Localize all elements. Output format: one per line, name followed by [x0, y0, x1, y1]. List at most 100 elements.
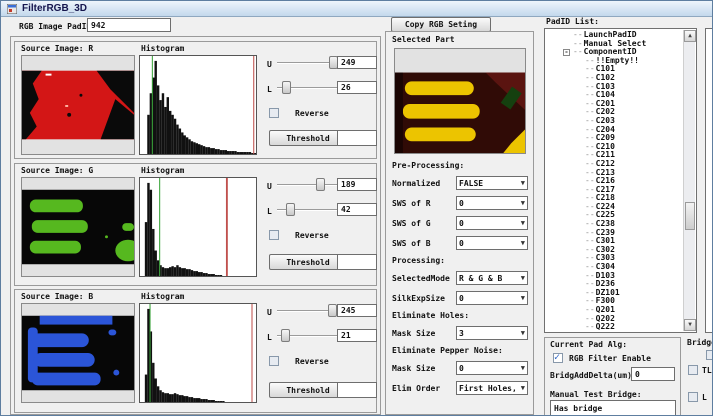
reverse-checkbox[interactable]: [269, 356, 279, 366]
threshold-button[interactable]: Threshold: [269, 382, 347, 398]
tree-collapse-icon[interactable]: -: [563, 49, 570, 56]
threshold-button[interactable]: Threshold: [269, 130, 347, 146]
u-slider-thumb[interactable]: [328, 304, 337, 317]
param-section-label: Processing:: [392, 253, 530, 268]
reverse-checkbox[interactable]: [269, 108, 279, 118]
filter-rgb-3d-window: FilterRGB_3D RGB Image PadID: Copy RGB S…: [0, 0, 713, 416]
histogram-label: Histogram: [141, 292, 184, 301]
threshold-result-field: [337, 254, 377, 270]
bridge-add-delta-field[interactable]: [631, 367, 675, 381]
bridge-checkbox-partial[interactable]: [706, 350, 713, 360]
chevron-down-icon[interactable]: ▼: [521, 330, 525, 337]
tree-item-label: ComponentID: [573, 47, 637, 56]
tree-item-label: C301: [585, 236, 615, 245]
selected-part-title: Selected Part: [392, 35, 455, 44]
padid-list-label: PadID List:: [546, 17, 599, 26]
tree-item-label: C209: [585, 133, 615, 142]
manual-test-bridge-field[interactable]: [550, 400, 676, 416]
tree-item-label: Q233: [585, 331, 615, 332]
param-combobox[interactable]: 0▼: [456, 216, 528, 230]
pad-id-label: RGB Image PadID:: [19, 22, 96, 31]
bridge-l-label: L: [702, 393, 707, 402]
scroll-down-icon[interactable]: ▼: [684, 319, 696, 331]
param-combobox[interactable]: R & G & B▼: [456, 271, 528, 285]
padid-tree[interactable]: LaunchPadIDManual Select-ComponentID!!Em…: [544, 28, 697, 333]
manual-test-bridge-label: Manual Test Bridge:: [550, 390, 642, 399]
chevron-down-icon[interactable]: ▼: [521, 200, 525, 207]
slider-track: [277, 184, 339, 186]
param-row: SelectedModeR & G & B▼: [392, 268, 530, 288]
param-section-label: Eliminate Holes:: [392, 308, 530, 323]
tree-item-label: C218: [585, 193, 615, 202]
l-slider-thumb[interactable]: [286, 203, 295, 216]
padid-tree-items: LaunchPadIDManual Select-ComponentID!!Em…: [545, 31, 683, 332]
reverse-checkbox[interactable]: [269, 230, 279, 240]
bridge-l-checkbox[interactable]: [688, 392, 698, 402]
param-row: Elim OrderFirst Holes,▼: [392, 378, 530, 398]
param-combobox[interactable]: 0▼: [456, 196, 528, 210]
param-label: SWS of G: [392, 219, 456, 228]
chevron-down-icon[interactable]: ▼: [521, 180, 525, 187]
param-row: SWS of R0▼: [392, 193, 530, 213]
reverse-label: Reverse: [295, 109, 329, 118]
padid-tree-scrollbar[interactable]: ▲ ▼: [683, 30, 695, 331]
param-combobox[interactable]: 0▼: [456, 291, 528, 305]
u-label: U: [267, 182, 272, 191]
u-label: U: [267, 308, 272, 317]
chevron-down-icon[interactable]: ▼: [521, 385, 525, 392]
chevron-down-icon[interactable]: ▼: [521, 295, 525, 302]
u-value-field[interactable]: [337, 178, 377, 191]
source-image-label: Source Image: R: [21, 44, 93, 53]
param-combobox[interactable]: 0▼: [456, 236, 528, 250]
l-slider-thumb[interactable]: [282, 81, 291, 94]
u-slider[interactable]: [277, 304, 339, 318]
u-value-field[interactable]: [337, 56, 377, 69]
combobox-value: 0: [459, 199, 464, 208]
param-combobox[interactable]: FALSE ▼: [456, 176, 528, 190]
combobox-value: 0: [459, 364, 464, 373]
l-value-field[interactable]: [337, 203, 377, 216]
u-slider[interactable]: [277, 56, 339, 70]
channel-group-b: Source Image: B Histogram U L: [14, 289, 377, 413]
l-value-field[interactable]: [337, 81, 377, 94]
param-label: Normalized: [392, 179, 456, 188]
l-value-field[interactable]: [337, 329, 377, 342]
param-combobox[interactable]: First Holes,▼: [456, 381, 528, 395]
chevron-down-icon[interactable]: ▼: [521, 365, 525, 372]
histogram-g: [139, 177, 257, 277]
pad-id-field[interactable]: [87, 18, 171, 32]
u-slider-thumb[interactable]: [316, 178, 325, 191]
threshold-button[interactable]: Threshold: [269, 254, 347, 270]
chevron-down-icon[interactable]: ▼: [521, 275, 525, 282]
tree-item-label: LaunchPadID: [573, 31, 637, 39]
param-combobox[interactable]: 0▼: [456, 361, 528, 375]
u-value-field[interactable]: [337, 304, 377, 317]
l-slider[interactable]: [277, 329, 339, 343]
chevron-down-icon[interactable]: ▼: [521, 220, 525, 227]
channel-group-g: Source Image: G Histogram U L: [14, 163, 377, 286]
param-label: SelectedMode: [392, 274, 456, 283]
reverse-label: Reverse: [295, 231, 329, 240]
param-label: Mask Size: [392, 364, 456, 373]
channel-group-r: Source Image: R Histogram U L: [14, 41, 377, 159]
l-slider-thumb[interactable]: [281, 329, 290, 342]
bridge-tl-checkbox[interactable]: [688, 365, 698, 375]
combobox-value: FALSE: [459, 179, 483, 188]
rgb-filter-enable-label: RGB Filter Enable: [569, 354, 651, 363]
u-slider[interactable]: [277, 178, 339, 192]
param-combobox[interactable]: 3▼: [456, 326, 528, 340]
source-image-label: Source Image: B: [21, 292, 93, 301]
l-slider[interactable]: [277, 81, 339, 95]
copy-rgb-setting-button[interactable]: Copy RGB Seting: [391, 17, 491, 32]
source-image-g-thumbnail: [21, 177, 135, 277]
param-row: SWS of G0▼: [392, 213, 530, 233]
u-label: U: [267, 60, 272, 69]
histogram-b: [139, 303, 257, 403]
scroll-thumb[interactable]: [685, 202, 695, 230]
tree-item-label: Q222: [585, 322, 615, 331]
chevron-down-icon[interactable]: ▼: [521, 240, 525, 247]
rgb-filter-enable-checkbox[interactable]: [553, 353, 563, 363]
app-icon: [7, 0, 17, 18]
scroll-up-icon[interactable]: ▲: [684, 30, 696, 42]
l-slider[interactable]: [277, 203, 339, 217]
